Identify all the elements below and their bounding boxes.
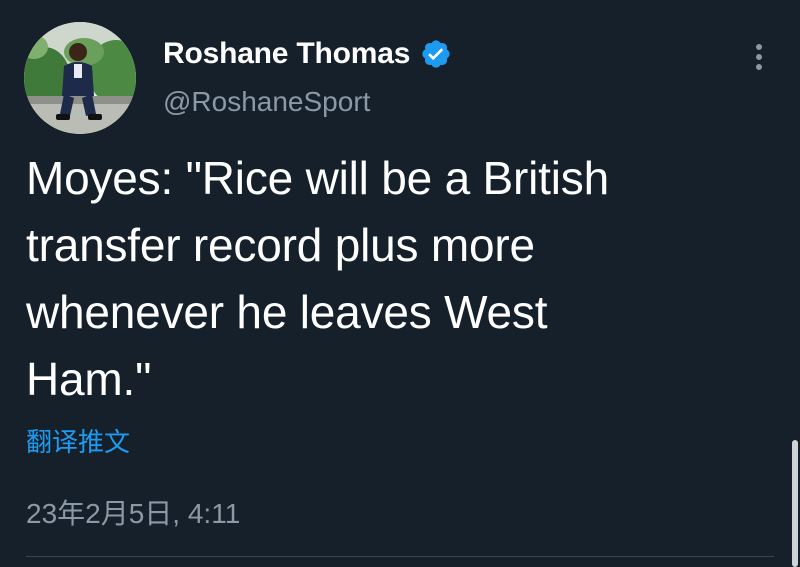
verified-badge-icon bbox=[420, 38, 452, 70]
author-handle[interactable]: @RoshaneSport bbox=[163, 86, 370, 118]
tweet-text: Moyes: "Rice will be a British transfer … bbox=[26, 152, 609, 405]
scrollbar[interactable] bbox=[792, 440, 798, 567]
author-name-row: Roshane Thomas bbox=[163, 34, 452, 74]
tweet-timestamp[interactable]: 23年2月5日, 4:11 bbox=[26, 492, 240, 532]
tweet-card: Roshane Thomas @RoshaneSport Moyes: "Ric… bbox=[0, 0, 800, 567]
translate-tweet-link[interactable]: 翻译推文 bbox=[26, 422, 130, 459]
divider bbox=[26, 556, 774, 557]
avatar[interactable] bbox=[24, 22, 136, 134]
more-options-icon[interactable] bbox=[748, 40, 770, 74]
author-display-name[interactable]: Roshane Thomas bbox=[163, 37, 410, 71]
